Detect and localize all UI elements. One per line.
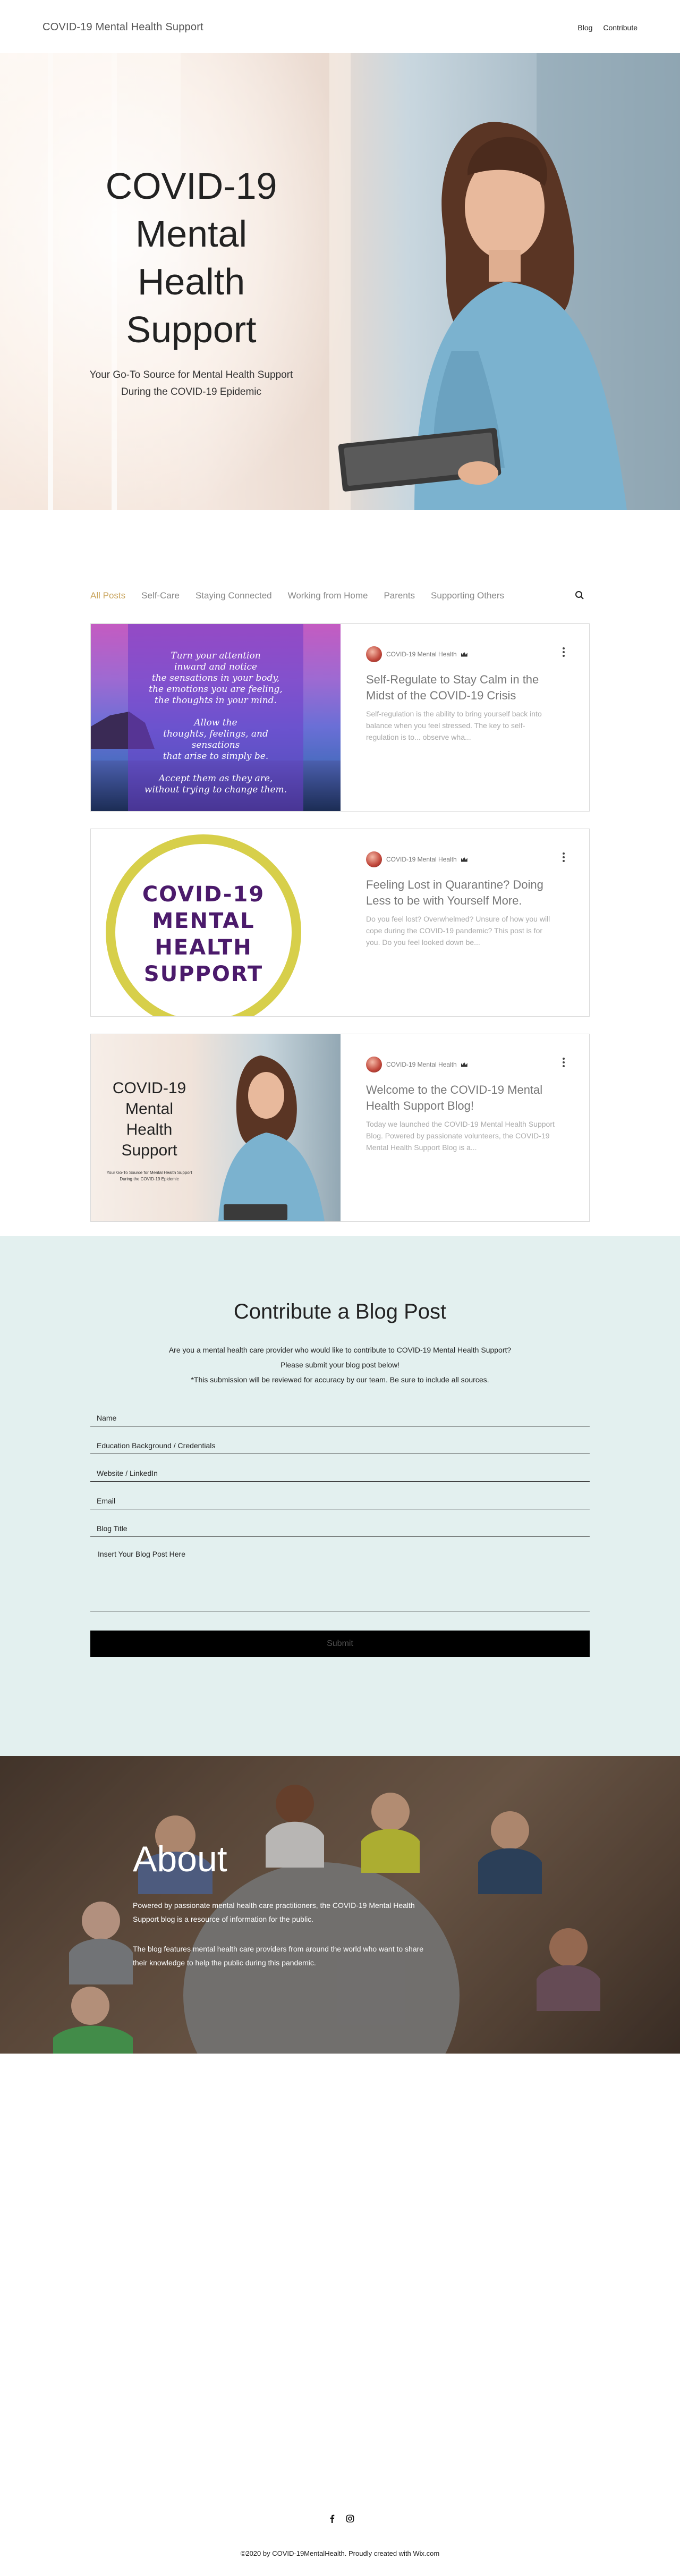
blog-post-textarea[interactable]: Insert Your Blog Post Here	[90, 1542, 590, 1611]
about-section: About Powered by passionate mental healt…	[0, 1756, 680, 2054]
post-image[interactable]: COVID-19 MENTAL HEALTH SUPPORT	[91, 829, 341, 1016]
social-bar	[328, 2514, 354, 2523]
submit-button[interactable]: Submit	[90, 1631, 590, 1657]
post-title[interactable]: Self-Regulate to Stay Calm in the Midst …	[366, 672, 557, 704]
about-paragraph: Powered by passionate mental health care…	[133, 1901, 415, 1923]
intro-line: Are you a mental health care provider wh…	[168, 1346, 512, 1354]
post-image[interactable]: Turn your attention inward and notice th…	[91, 624, 341, 811]
about-paragraph: The blog features mental health care pro…	[133, 1945, 424, 1967]
category-self-care[interactable]: Self-Care	[141, 590, 180, 601]
main-nav: Blog Contribute	[577, 23, 638, 32]
post-meta: COVID-19 Mental Health	[366, 1057, 468, 1072]
hero-subtitle: Your Go-To Source for Mental Health Supp…	[89, 369, 293, 398]
category-supporting-others[interactable]: Supporting Others	[431, 590, 504, 601]
contribute-heading: Contribute a Blog Post	[233, 1300, 447, 1323]
email-field[interactable]: Email	[90, 1488, 590, 1509]
contribute-section: Contribute a Blog Post Are you a mental …	[0, 1236, 680, 1756]
nav-contribute-link[interactable]: Contribute	[603, 23, 638, 32]
image-subtitle: Your Go-To Source for Mental Health Supp…	[106, 1170, 192, 1181]
post-image[interactable]: COVID-19 Mental Health Support Your Go-T…	[91, 1034, 341, 1221]
crown-icon	[461, 857, 468, 862]
category-staying-connected[interactable]: Staying Connected	[196, 590, 272, 601]
hero-title: COVID-19 Mental Health Support	[105, 165, 277, 350]
blog-post-card[interactable]: COVID-19 Mental Health Support Your Go-T…	[90, 1034, 590, 1222]
crown-icon	[461, 1062, 468, 1067]
post-meta: COVID-19 Mental Health	[366, 851, 468, 867]
site-header: COVID-19 Mental Health Support Blog Cont…	[0, 0, 680, 53]
image-title: COVID-19 Mental Health Support	[112, 1079, 186, 1159]
post-title[interactable]: Feeling Lost in Quarantine? Doing Less t…	[366, 877, 557, 909]
credentials-field[interactable]: Education Background / Credentials	[90, 1433, 590, 1454]
author-name[interactable]: COVID-19 Mental Health	[386, 1061, 457, 1068]
nav-blog-link[interactable]: Blog	[577, 23, 592, 32]
contribute-intro: Are you a mental health care provider wh…	[0, 1342, 680, 1387]
category-working-from-home[interactable]: Working from Home	[288, 590, 368, 601]
post-excerpt: Do you feel lost? Overwhelmed? Unsure of…	[366, 915, 550, 947]
post-meta: COVID-19 Mental Health	[366, 646, 468, 662]
author-name[interactable]: COVID-19 Mental Health	[386, 651, 457, 658]
quote-text: Turn your attention inward and notice th…	[144, 651, 287, 795]
website-field[interactable]: Website / LinkedIn	[90, 1460, 590, 1482]
crown-icon	[461, 652, 468, 657]
more-options-icon[interactable]	[563, 1058, 565, 1067]
category-parents[interactable]: Parents	[384, 590, 415, 601]
woman-with-tablet-image	[329, 53, 680, 510]
author-avatar[interactable]	[366, 1057, 382, 1072]
post-excerpt: Self-regulation is the ability to bring …	[366, 710, 542, 741]
blog-post-card[interactable]: Turn your attention inward and notice th…	[90, 623, 590, 812]
site-title[interactable]: COVID-19 Mental Health Support	[42, 21, 203, 33]
blog-title-field[interactable]: Blog Title	[90, 1516, 590, 1537]
hero-section: COVID-19 Mental Health Support Your Go-T…	[0, 53, 680, 510]
instagram-icon[interactable]	[346, 2514, 354, 2523]
more-options-icon[interactable]	[563, 852, 565, 862]
author-avatar[interactable]	[366, 851, 382, 867]
blog-category-menu: All Posts Self-Care Staying Connected Wo…	[90, 588, 590, 603]
facebook-icon[interactable]	[328, 2514, 336, 2523]
post-excerpt: Today we launched the COVID-19 Mental He…	[366, 1120, 555, 1152]
intro-line: *This submission will be reviewed for ac…	[191, 1375, 489, 1384]
blog-post-card[interactable]: COVID-19 MENTAL HEALTH SUPPORT COVID-19 …	[90, 829, 590, 1017]
about-heading: About	[133, 1839, 227, 1879]
intro-line: Please submit your blog post below!	[280, 1361, 400, 1369]
copyright-text: ©2020 by COVID-19MentalHealth. Proudly c…	[240, 2549, 440, 2557]
author-name[interactable]: COVID-19 Mental Health	[386, 856, 457, 863]
post-title[interactable]: Welcome to the COVID-19 Mental Health Su…	[366, 1082, 557, 1114]
logo-text: COVID-19 MENTAL HEALTH SUPPORT	[142, 882, 265, 986]
name-field[interactable]: Name	[90, 1405, 590, 1426]
more-options-icon[interactable]	[563, 647, 565, 657]
author-avatar[interactable]	[366, 646, 382, 662]
search-icon[interactable]	[575, 590, 584, 600]
woman-with-tablet-image	[218, 1055, 325, 1221]
category-all-posts[interactable]: All Posts	[90, 590, 125, 601]
